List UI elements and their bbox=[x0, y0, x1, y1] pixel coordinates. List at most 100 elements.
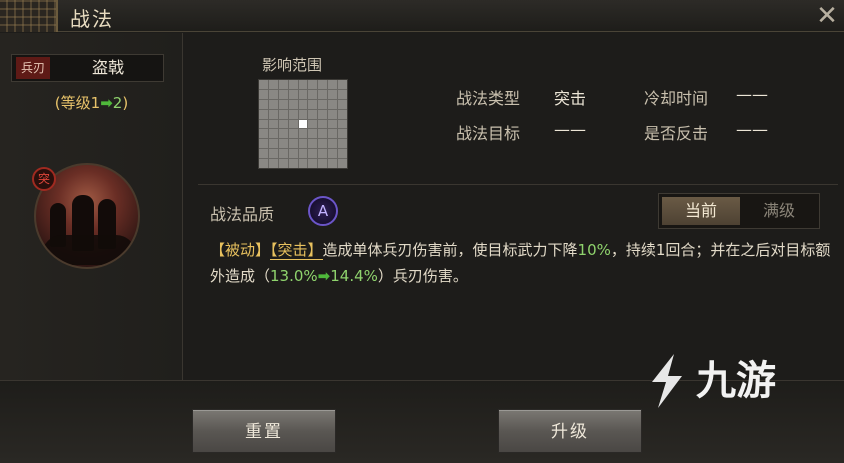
range-grid bbox=[258, 79, 348, 169]
desc-percent-1: 10% bbox=[577, 241, 611, 259]
range-grid-cell bbox=[338, 89, 347, 99]
range-grid-cell bbox=[308, 159, 318, 168]
range-grid-cell bbox=[288, 139, 298, 149]
range-grid-cell bbox=[328, 119, 338, 129]
quality-label: 战法品质 bbox=[210, 205, 275, 224]
desc-from-value: 13.0% bbox=[270, 267, 318, 285]
jiuyou-logo-icon bbox=[652, 354, 682, 408]
cooldown-value: —— bbox=[736, 85, 768, 104]
passive-tag: 【被动】 bbox=[210, 241, 271, 259]
counter-value: —— bbox=[736, 120, 768, 139]
desc-text-1: 造成单体兵刃伤害前，使目标武力下降 bbox=[322, 241, 578, 259]
window-title: 战法 bbox=[70, 7, 114, 31]
range-grid-center-cell bbox=[298, 119, 308, 129]
range-grid-cell bbox=[308, 80, 318, 89]
upgrade-button[interactable]: 升级 bbox=[498, 409, 642, 453]
range-grid-cell bbox=[338, 99, 347, 109]
range-grid-cell bbox=[298, 149, 308, 159]
range-grid-cell bbox=[268, 129, 278, 139]
range-grid-cell bbox=[318, 109, 328, 119]
range-grid-cell bbox=[288, 80, 298, 89]
skill-target-value: —— bbox=[554, 120, 586, 139]
range-grid-cell bbox=[328, 129, 338, 139]
range-grid-cell bbox=[268, 159, 278, 168]
range-grid-cell bbox=[268, 109, 278, 119]
range-grid-cell bbox=[328, 89, 338, 99]
range-grid-cell bbox=[298, 89, 308, 99]
range-grid-cell bbox=[308, 139, 318, 149]
range-grid-cell bbox=[268, 139, 278, 149]
range-grid-cell bbox=[288, 89, 298, 99]
range-grid-cell bbox=[259, 99, 268, 109]
assault-tag[interactable]: 【突击】 bbox=[270, 241, 323, 260]
range-grid-cell bbox=[338, 80, 347, 89]
range-grid-cell bbox=[298, 99, 308, 109]
range-grid-cell bbox=[268, 89, 278, 99]
range-label: 影响范围 bbox=[262, 56, 323, 74]
range-grid-cell bbox=[259, 89, 268, 99]
tab-current[interactable]: 当前 bbox=[662, 197, 740, 225]
range-grid-cell bbox=[288, 119, 298, 129]
range-grid-cell bbox=[338, 149, 347, 159]
skill-type-label: 战法类型 bbox=[456, 89, 521, 108]
range-grid-cell bbox=[278, 149, 288, 159]
range-grid-cell bbox=[278, 109, 288, 119]
range-grid-cell bbox=[328, 139, 338, 149]
level-toggle: 当前 满级 bbox=[658, 193, 820, 229]
skill-description: 【被动】【突击】造成单体兵刃伤害前，使目标武力下降10%，持续1回合；并在之后对… bbox=[210, 237, 840, 289]
range-grid-cell bbox=[308, 149, 318, 159]
skill-detail-panel: 影响范围 战法类型 突击 冷却时间 —— 战法目标 —— 是否反击 —— 战法品… bbox=[184, 33, 844, 380]
range-grid-cell bbox=[259, 129, 268, 139]
range-grid-cell bbox=[338, 159, 347, 168]
level-prefix: (等级1 bbox=[54, 94, 101, 112]
range-grid-cell bbox=[298, 139, 308, 149]
skill-type-badge: 兵刃 bbox=[16, 57, 50, 79]
range-grid-cell bbox=[328, 159, 338, 168]
range-grid-cell bbox=[288, 99, 298, 109]
range-grid-cell bbox=[318, 159, 328, 168]
range-grid-cell bbox=[259, 159, 268, 168]
range-grid-cell bbox=[328, 109, 338, 119]
range-grid-cell bbox=[278, 80, 288, 89]
range-grid-cell bbox=[268, 80, 278, 89]
assault-emblem-icon: 突 bbox=[32, 167, 56, 191]
range-grid-cell bbox=[278, 139, 288, 149]
range-grid-cell bbox=[338, 139, 347, 149]
range-grid-cell bbox=[308, 99, 318, 109]
range-grid-cell bbox=[259, 80, 268, 89]
range-grid-cell bbox=[318, 80, 328, 89]
skill-level: (等级1➡2) bbox=[0, 92, 183, 113]
range-grid-cell bbox=[259, 109, 268, 119]
range-grid-cell bbox=[338, 109, 347, 119]
range-grid-cell bbox=[318, 99, 328, 109]
range-grid-cell bbox=[308, 129, 318, 139]
arrow-right-icon: ➡ bbox=[100, 94, 113, 112]
arrow-right-icon: ➡ bbox=[317, 267, 331, 285]
reset-button[interactable]: 重置 bbox=[192, 409, 336, 453]
range-grid-cell bbox=[338, 129, 347, 139]
skill-type-value: 突击 bbox=[554, 89, 587, 108]
range-grid-cell bbox=[328, 80, 338, 89]
range-grid-cell bbox=[298, 109, 308, 119]
level-suffix: ) bbox=[122, 94, 129, 112]
range-grid-cell bbox=[259, 139, 268, 149]
range-grid-cell bbox=[278, 159, 288, 168]
watermark-text: 九游 bbox=[696, 358, 776, 404]
range-grid-cell bbox=[259, 119, 268, 129]
skill-sidebar: 兵刃 盗戟 (等级1➡2) 突 bbox=[0, 33, 183, 380]
skill-target-label: 战法目标 bbox=[456, 124, 521, 143]
range-grid-cell bbox=[278, 129, 288, 139]
watermark: 九游 bbox=[644, 352, 814, 412]
range-grid-cell bbox=[278, 99, 288, 109]
cooldown-label: 冷却时间 bbox=[644, 89, 709, 108]
divider bbox=[198, 184, 838, 185]
range-grid-cell bbox=[318, 149, 328, 159]
range-grid-cell bbox=[278, 119, 288, 129]
close-icon: ✕ bbox=[816, 1, 838, 31]
quality-grade-badge: A bbox=[308, 196, 338, 226]
close-button[interactable]: ✕ bbox=[812, 1, 842, 31]
range-grid-cell bbox=[308, 89, 318, 99]
range-grid-cell bbox=[328, 149, 338, 159]
title-ornament bbox=[0, 0, 58, 32]
tab-max-level[interactable]: 满级 bbox=[740, 197, 818, 225]
